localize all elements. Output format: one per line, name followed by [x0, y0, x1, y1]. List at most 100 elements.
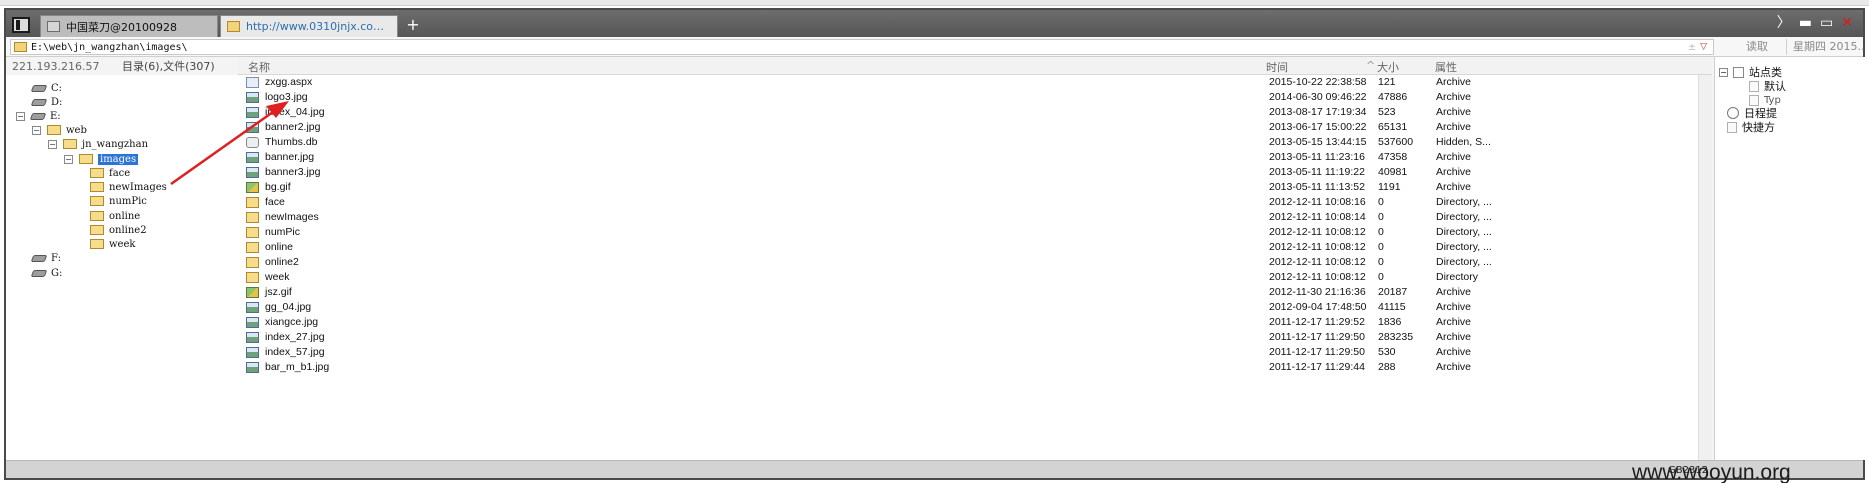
column-time[interactable]: 时间 — [1266, 59, 1288, 75]
column-size[interactable]: 大小 — [1377, 59, 1399, 75]
file-name: banner3.jpg — [265, 166, 321, 178]
read-button[interactable]: 读取 — [1734, 39, 1780, 55]
tree-node-g[interactable]: G: — [30, 266, 62, 280]
file-time: 2011-12-17 11:29:52 — [1269, 316, 1365, 328]
table-row[interactable]: newImages 2012-12-11 10:08:14 0 Directory, … — [238, 210, 1712, 225]
table-row[interactable]: numPic 2012-12-11 10:08:12 0 Directory, ... — [238, 225, 1712, 240]
file-attr: Archive — [1436, 91, 1472, 103]
file-attr: Directory, ... — [1436, 241, 1492, 253]
top-strip — [0, 0, 1869, 6]
table-row[interactable]: xiangce.jpg 2011-12-17 11:29:52 1836 Archiv… — [238, 315, 1712, 330]
schedule-node[interactable]: 日程提 — [1727, 106, 1777, 120]
window-controls: 〉 ▬ ▭ ✕ — [1777, 13, 1853, 33]
page-icon — [1749, 80, 1759, 92]
file-attr: Directory, ... — [1436, 196, 1492, 208]
table-row[interactable]: banner3.jpg 2013-05-11 11:19:22 40981 Archi… — [238, 165, 1712, 180]
server-ip: 221.193.216.57 — [12, 59, 100, 73]
file-size: 0 — [1378, 226, 1384, 238]
table-row[interactable]: gg_04.jpg 2012-09-04 17:48:50 41115 Archive — [238, 300, 1712, 315]
table-row[interactable]: week 2012-12-11 10:08:12 0 Directory — [238, 270, 1712, 285]
site-default-node[interactable]: 默认 — [1749, 79, 1786, 93]
collapse-icon[interactable]: − — [1719, 67, 1728, 77]
vertical-scrollbar[interactable] — [1698, 75, 1712, 460]
file-time: 2013-05-11 11:23:16 — [1269, 151, 1365, 163]
site-category-node[interactable]: − 站点类 — [1719, 65, 1782, 79]
tree-node-online[interactable]: online — [90, 209, 140, 223]
shortcut-icon — [1727, 121, 1737, 133]
tree-node-images[interactable]: − images — [64, 152, 139, 166]
tree-node-f[interactable]: F: — [30, 251, 61, 265]
column-name[interactable]: 名称 — [248, 59, 270, 75]
file-name: banner.jpg — [265, 151, 315, 163]
table-row[interactable]: logo3.jpg 2014-06-30 09:46:22 47886 Archive — [238, 90, 1712, 105]
file-name: zxgg.aspx — [265, 76, 313, 88]
file-size: 523 — [1378, 106, 1396, 118]
file-time: 2011-12-17 11:29:44 — [1269, 361, 1365, 373]
table-row[interactable]: Thumbs.db 2013-05-15 13:44:15 537600 Hidden… — [238, 135, 1712, 150]
collapse-icon[interactable]: − — [48, 139, 57, 149]
watermark: www.wooyun.org — [1632, 461, 1791, 483]
drive-icon — [30, 84, 48, 92]
close-icon[interactable]: ✕ — [1841, 13, 1853, 33]
table-row[interactable]: bg.gif 2013-05-11 11:13:52 1191 Archive — [238, 180, 1712, 195]
tree-node-e[interactable]: − E: — [16, 109, 61, 123]
tree-node-newimages[interactable]: newImages — [90, 180, 167, 194]
tree-node-face[interactable]: face — [90, 166, 130, 180]
collapse-icon[interactable]: − — [64, 154, 73, 164]
chevron-right-icon[interactable]: 〉 — [1777, 13, 1791, 33]
folder-icon — [47, 125, 61, 135]
table-row[interactable]: zxgg.aspx 2015-10-22 22:38:58 121 Archive — [238, 75, 1712, 90]
file-size: 41115 — [1378, 301, 1406, 313]
tree-node-online2[interactable]: online2 — [90, 223, 147, 237]
file-name: logo3.jpg — [265, 91, 308, 103]
path-input[interactable]: E:\web\jn_wangzhan\images\ ± ▽ — [10, 39, 1714, 55]
tab-site[interactable]: http://www.0310jnjx.com/ima... — [220, 15, 398, 37]
collapse-icon[interactable]: − — [16, 111, 25, 121]
tree-node-d[interactable]: D: — [30, 95, 62, 109]
file-name: numPic — [265, 226, 301, 238]
new-tab-button[interactable]: + — [404, 15, 422, 35]
table-row[interactable]: face 2012-12-11 10:08:16 0 Directory, ... — [238, 195, 1712, 210]
file-name: online2 — [265, 256, 299, 268]
tree-node-jn-wangzhan[interactable]: − jn_wangzhan — [48, 137, 148, 151]
column-attr[interactable]: 属性 — [1435, 59, 1457, 75]
table-row[interactable]: index_27.jpg 2011-12-17 11:29:50 283235 Arc… — [238, 330, 1712, 345]
table-row[interactable]: index_04.jpg 2013-08-17 17:19:34 523 Archiv… — [238, 105, 1712, 120]
document-icon — [246, 77, 259, 88]
image-file-icon — [246, 332, 259, 343]
file-attr: Directory, ... — [1436, 226, 1492, 238]
table-row[interactable]: index_57.jpg 2011-12-17 11:29:50 530 Archiv… — [238, 345, 1712, 360]
file-size: 47358 — [1378, 151, 1408, 163]
maximize-icon[interactable]: ▭ — [1820, 13, 1833, 33]
table-row[interactable]: online2 2012-12-11 10:08:12 0 Directory, ..… — [238, 255, 1712, 270]
tree-node-numpic[interactable]: numPic — [90, 194, 147, 208]
file-size: 537600 — [1378, 136, 1414, 148]
table-row[interactable]: banner2.jpg 2013-06-17 15:00:22 65131 Archi… — [238, 120, 1712, 135]
file-time: 2011-12-17 11:29:50 — [1269, 346, 1365, 358]
tree-node-c[interactable]: C: — [30, 81, 62, 95]
chevron-down-icon[interactable]: ▽ — [1700, 42, 1707, 52]
table-row[interactable]: bar_m_b1.jpg 2011-12-17 11:29:44 288 Archiv… — [238, 360, 1712, 375]
image-file-icon — [246, 317, 259, 328]
tab-main[interactable]: 中国菜刀@20100928 — [40, 15, 218, 37]
shortcut-node[interactable]: 快捷方 — [1727, 120, 1775, 134]
file-name: bar_m_b1.jpg — [265, 361, 330, 373]
tree-node-week[interactable]: week — [90, 237, 135, 251]
table-row[interactable]: online 2012-12-11 10:08:12 0 Directory, ... — [238, 240, 1712, 255]
collapse-icon[interactable]: − — [32, 125, 41, 135]
tree-node-web[interactable]: − web — [32, 123, 87, 137]
file-time: 2012-09-04 17:48:50 — [1269, 301, 1367, 313]
image-file-icon — [246, 362, 259, 373]
app-menu-icon[interactable] — [12, 17, 30, 33]
site-panel: − 站点类 默认 Typ 日程提 快捷方 — [1714, 57, 1865, 460]
minimize-icon[interactable]: ▬ — [1799, 13, 1812, 33]
file-attr: Archive — [1436, 181, 1472, 193]
folder-icon — [246, 242, 259, 253]
path-extras: ± — [1687, 41, 1697, 53]
file-size: 47886 — [1378, 91, 1408, 103]
file-attr: Directory, ... — [1436, 211, 1492, 223]
table-row[interactable]: banner.jpg 2013-05-11 11:23:16 47358 Archiv… — [238, 150, 1712, 165]
image-file-icon — [246, 167, 259, 178]
table-row[interactable]: jsz.gif 2012-11-30 21:16:36 20187 Archive — [238, 285, 1712, 300]
file-name: newImages — [265, 211, 319, 223]
